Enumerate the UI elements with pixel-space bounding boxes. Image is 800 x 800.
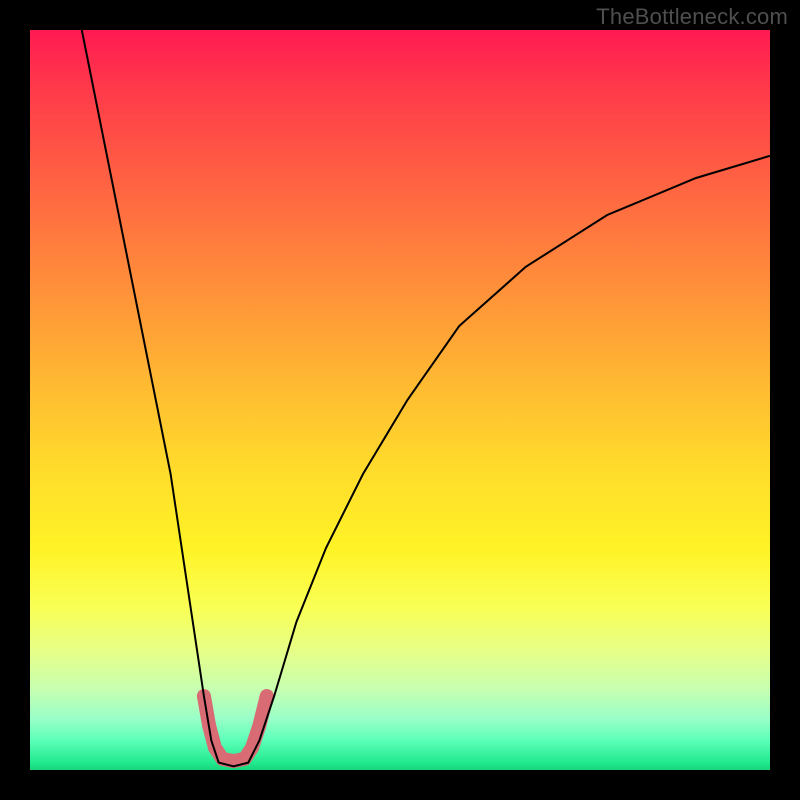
bottleneck-curve-path [82, 30, 770, 766]
watermark-text: TheBottleneck.com [596, 4, 788, 30]
curve-layer [30, 30, 770, 770]
valley-highlight-path [204, 696, 267, 761]
plot-area [30, 30, 770, 770]
chart-frame: TheBottleneck.com [0, 0, 800, 800]
